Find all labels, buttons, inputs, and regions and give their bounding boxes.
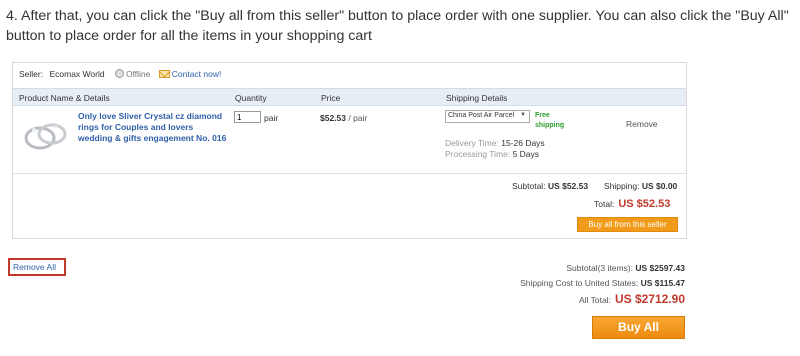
shipping-method-select[interactable]: China Post Air Parcel ▼ bbox=[445, 110, 530, 123]
remove-item-link[interactable]: Remove bbox=[626, 119, 658, 129]
cart-subtotal: Subtotal(3 items): US $2597.43 bbox=[566, 263, 685, 273]
ring-product-image[interactable] bbox=[18, 108, 74, 164]
free-shipping-label: Free shipping bbox=[535, 112, 565, 129]
instruction-text: 4. After that, you can click the "Buy al… bbox=[6, 8, 789, 44]
seller-status: Offline bbox=[114, 69, 153, 79]
seller-row: Seller: Ecomax World Offline Contact now… bbox=[13, 63, 686, 87]
cart-shipping: Shipping Cost to United States: US $115.… bbox=[520, 278, 685, 288]
header-price: Price bbox=[321, 93, 341, 103]
header-shipping: Shipping Details bbox=[446, 93, 508, 103]
header-product: Product Name & Details bbox=[19, 93, 110, 103]
header-quantity: Quantity bbox=[235, 93, 267, 103]
product-title-link[interactable]: Only love Sliver Crystal cz diamond ring… bbox=[78, 111, 228, 144]
seller-subtotal: Subtotal: US $52.53 bbox=[512, 181, 589, 191]
quantity-unit: pair bbox=[264, 113, 279, 123]
seller-name[interactable]: Ecomax World bbox=[49, 69, 104, 79]
item-price: $52.53 / pair bbox=[320, 113, 368, 123]
seller-shipping: Shipping: US $0.00 bbox=[604, 181, 678, 191]
offline-status-icon bbox=[114, 69, 124, 78]
delivery-info: Delivery Time: 15-26 Days Processing Tim… bbox=[445, 138, 545, 159]
buy-all-from-seller-button[interactable]: Buy all from this seller bbox=[577, 217, 678, 232]
remove-all-link[interactable]: Remove All bbox=[8, 258, 66, 276]
seller-label: Seller: bbox=[19, 69, 44, 79]
seller-total: Total: US $52.53 bbox=[594, 198, 671, 210]
buy-all-button[interactable]: Buy All bbox=[592, 316, 685, 339]
quantity-input[interactable] bbox=[234, 111, 261, 123]
seller-cart-panel: Seller: Ecomax World Offline Contact now… bbox=[12, 62, 687, 239]
table-header: Product Name & Details Quantity Price Sh… bbox=[13, 88, 686, 106]
mail-icon bbox=[158, 70, 170, 78]
divider bbox=[12, 173, 687, 174]
cart-all-total: All Total: US $2712.90 bbox=[578, 292, 685, 306]
contact-seller-link[interactable]: Contact now! bbox=[158, 69, 221, 79]
chevron-down-icon: ▼ bbox=[520, 112, 526, 118]
